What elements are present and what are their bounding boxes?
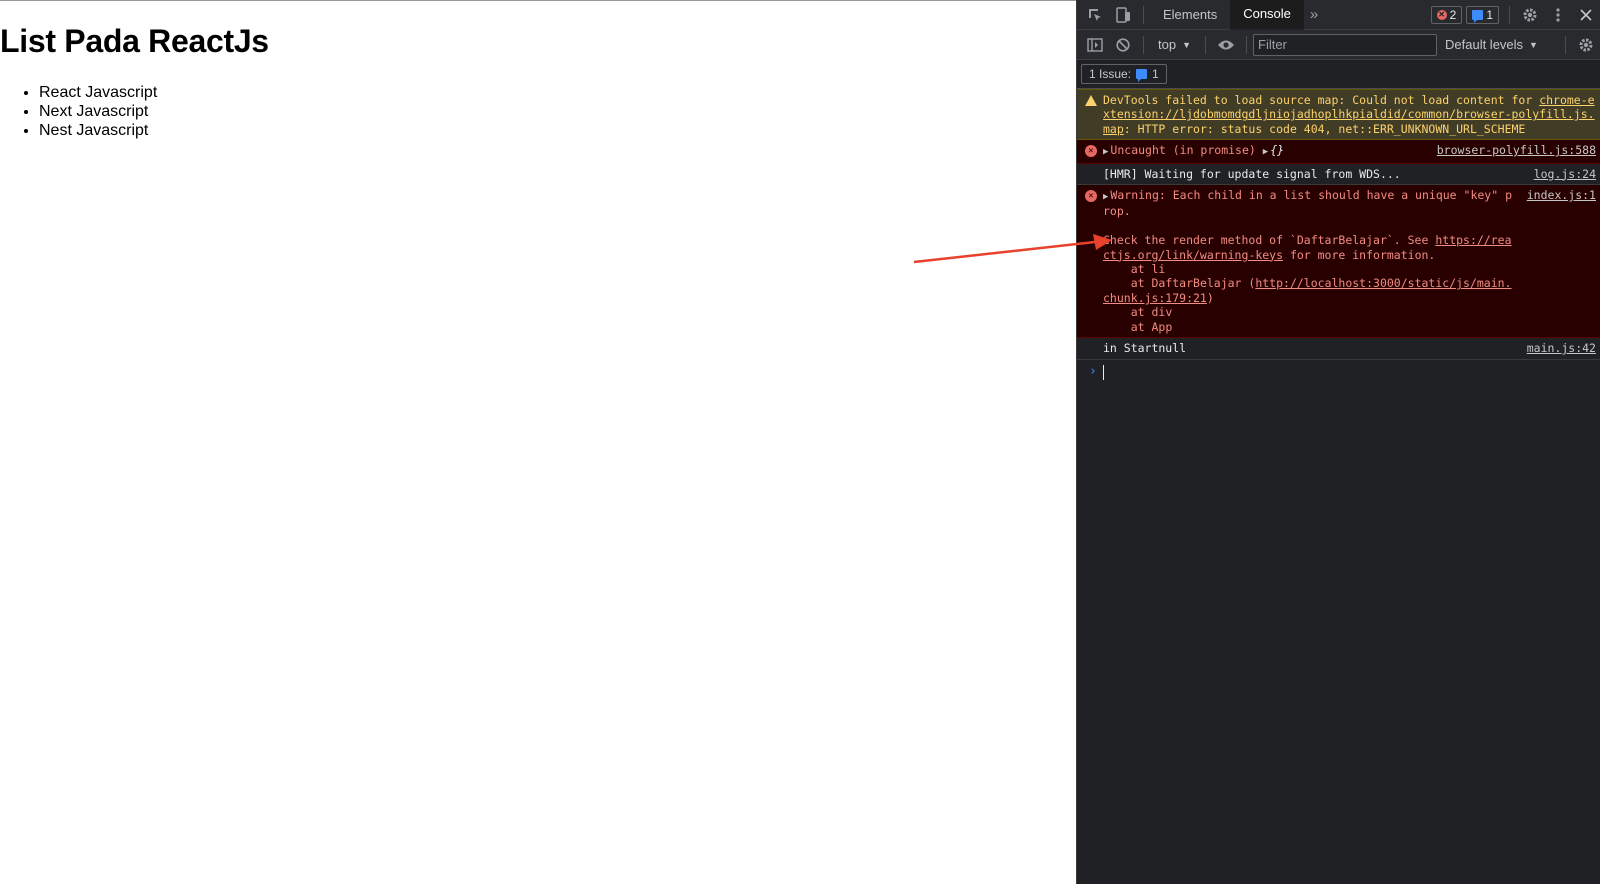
settings-gear-icon[interactable]: [1516, 0, 1544, 30]
message-count: 1: [1486, 7, 1493, 22]
levels-label: Default levels: [1445, 37, 1524, 52]
webpage-viewport: List Pada ReactJs React Javascript Next …: [0, 0, 1076, 884]
dropdown-caret-icon: ▼: [1529, 39, 1538, 50]
message-icon: [1136, 69, 1148, 82]
warning-text: DevTools failed to load source map: Coul…: [1103, 93, 1540, 107]
issues-count: 1: [1152, 67, 1159, 81]
source-link[interactable]: log.js:24: [1534, 167, 1596, 181]
clear-console-icon[interactable]: [1109, 30, 1137, 60]
dropdown-caret-icon: ▼: [1182, 39, 1191, 50]
source-link[interactable]: index.js:1: [1527, 188, 1596, 334]
toolbar-divider: [1246, 35, 1247, 54]
console-settings-gear-icon[interactable]: [1572, 30, 1600, 60]
issues-button[interactable]: 1 Issue: 1: [1081, 64, 1167, 84]
close-icon[interactable]: [1572, 0, 1600, 30]
sidebar-toggle-icon[interactable]: [1081, 30, 1109, 60]
expand-triangle-icon[interactable]: ▶: [1103, 190, 1108, 204]
console-error-uncaught[interactable]: ✕ ▶ Uncaught (in promise) ▶{} browser-pol…: [1077, 140, 1600, 164]
error-icon: ✕: [1436, 9, 1447, 20]
error-text: Warning: Each child in a list should hav…: [1103, 188, 1512, 219]
log-text: [HMR] Waiting for update signal from WDS…: [1103, 166, 1401, 181]
page-title: List Pada ReactJs: [0, 23, 269, 59]
log-text: in Startnull: [1103, 341, 1187, 356]
text-cursor: [1103, 365, 1104, 380]
check-text: Check the render method of `DaftarBelaja…: [1103, 233, 1436, 248]
source-link[interactable]: browser-polyfill.js:588: [1437, 143, 1596, 159]
toolbar-divider: [1205, 35, 1206, 54]
console-log-startnull[interactable]: in Startnull main.js:42: [1077, 338, 1600, 360]
live-expression-eye-icon[interactable]: [1212, 30, 1240, 60]
message-count-badge[interactable]: 1: [1466, 5, 1499, 24]
expand-triangle-icon[interactable]: ▶: [1103, 145, 1108, 159]
expand-triangle-icon[interactable]: ▶: [1263, 145, 1268, 159]
console-messages: DevTools failed to load source map: Coul…: [1077, 89, 1600, 382]
device-toolbar-icon[interactable]: [1109, 0, 1137, 30]
console-log-hmr[interactable]: [HMR] Waiting for update signal from WDS…: [1077, 164, 1600, 186]
filter-input[interactable]: [1253, 33, 1437, 56]
issues-label: 1 Issue:: [1089, 67, 1132, 81]
context-selector[interactable]: top ▼: [1150, 37, 1199, 52]
prompt-chevron-icon: ›: [1089, 364, 1097, 380]
list-item: Next Javascript: [39, 102, 157, 121]
console-warning-source-map[interactable]: DevTools failed to load source map: Coul…: [1077, 89, 1600, 141]
error-count: 2: [1449, 7, 1457, 22]
toolbar-divider: [1143, 35, 1144, 54]
list-item: React Javascript: [39, 83, 157, 102]
devtools-toolbar: Elements Console » ✕ 2 1: [1077, 0, 1600, 30]
stack-frame: at App: [1103, 319, 1173, 334]
console-error-key-warning[interactable]: ✕ ▶ Warning: Each child in a list should …: [1077, 185, 1600, 339]
source-link[interactable]: main.js:42: [1527, 341, 1596, 355]
devtools-panel: Elements Console » ✕ 2 1 top ▼ Filter De…: [1076, 0, 1600, 884]
warning-text-suffix: : HTTP error: status code 404, net::ERR_…: [1123, 121, 1526, 136]
stack-frame: at div: [1103, 305, 1173, 320]
list-item: Nest Javascript: [39, 121, 157, 140]
console-prompt[interactable]: ›: [1077, 360, 1600, 382]
kebab-menu-icon[interactable]: [1544, 0, 1572, 30]
context-label: top: [1158, 37, 1177, 52]
error-icon: ✕: [1085, 190, 1097, 203]
error-count-badge[interactable]: ✕ 2: [1430, 5, 1463, 24]
error-text: Uncaught (in promise): [1110, 143, 1256, 158]
inspect-element-icon[interactable]: [1081, 0, 1109, 30]
toolbar-divider: [1143, 5, 1144, 24]
warning-icon: [1085, 95, 1097, 107]
error-object[interactable]: {}: [1270, 143, 1284, 157]
tab-console[interactable]: Console: [1230, 0, 1304, 30]
console-toolbar: top ▼ Default levels ▼: [1077, 30, 1600, 60]
message-icon: [1472, 9, 1484, 23]
toolbar-divider: [1509, 5, 1510, 24]
stack-frame-suffix: ): [1206, 290, 1214, 305]
toolbar-divider: [1565, 35, 1566, 54]
tab-elements[interactable]: Elements: [1150, 0, 1230, 30]
issues-bar: 1 Issue: 1: [1077, 60, 1600, 89]
framework-list: React Javascript Next Javascript Nest Ja…: [39, 83, 157, 140]
check-text-suffix: for more information.: [1283, 247, 1436, 262]
log-levels-dropdown[interactable]: Default levels ▼: [1437, 37, 1546, 52]
stack-frame: at li: [1103, 262, 1166, 277]
more-tabs-icon[interactable]: »: [1304, 6, 1324, 23]
stack-frame: at DaftarBelajar (: [1103, 276, 1256, 291]
error-icon: ✕: [1085, 145, 1097, 158]
